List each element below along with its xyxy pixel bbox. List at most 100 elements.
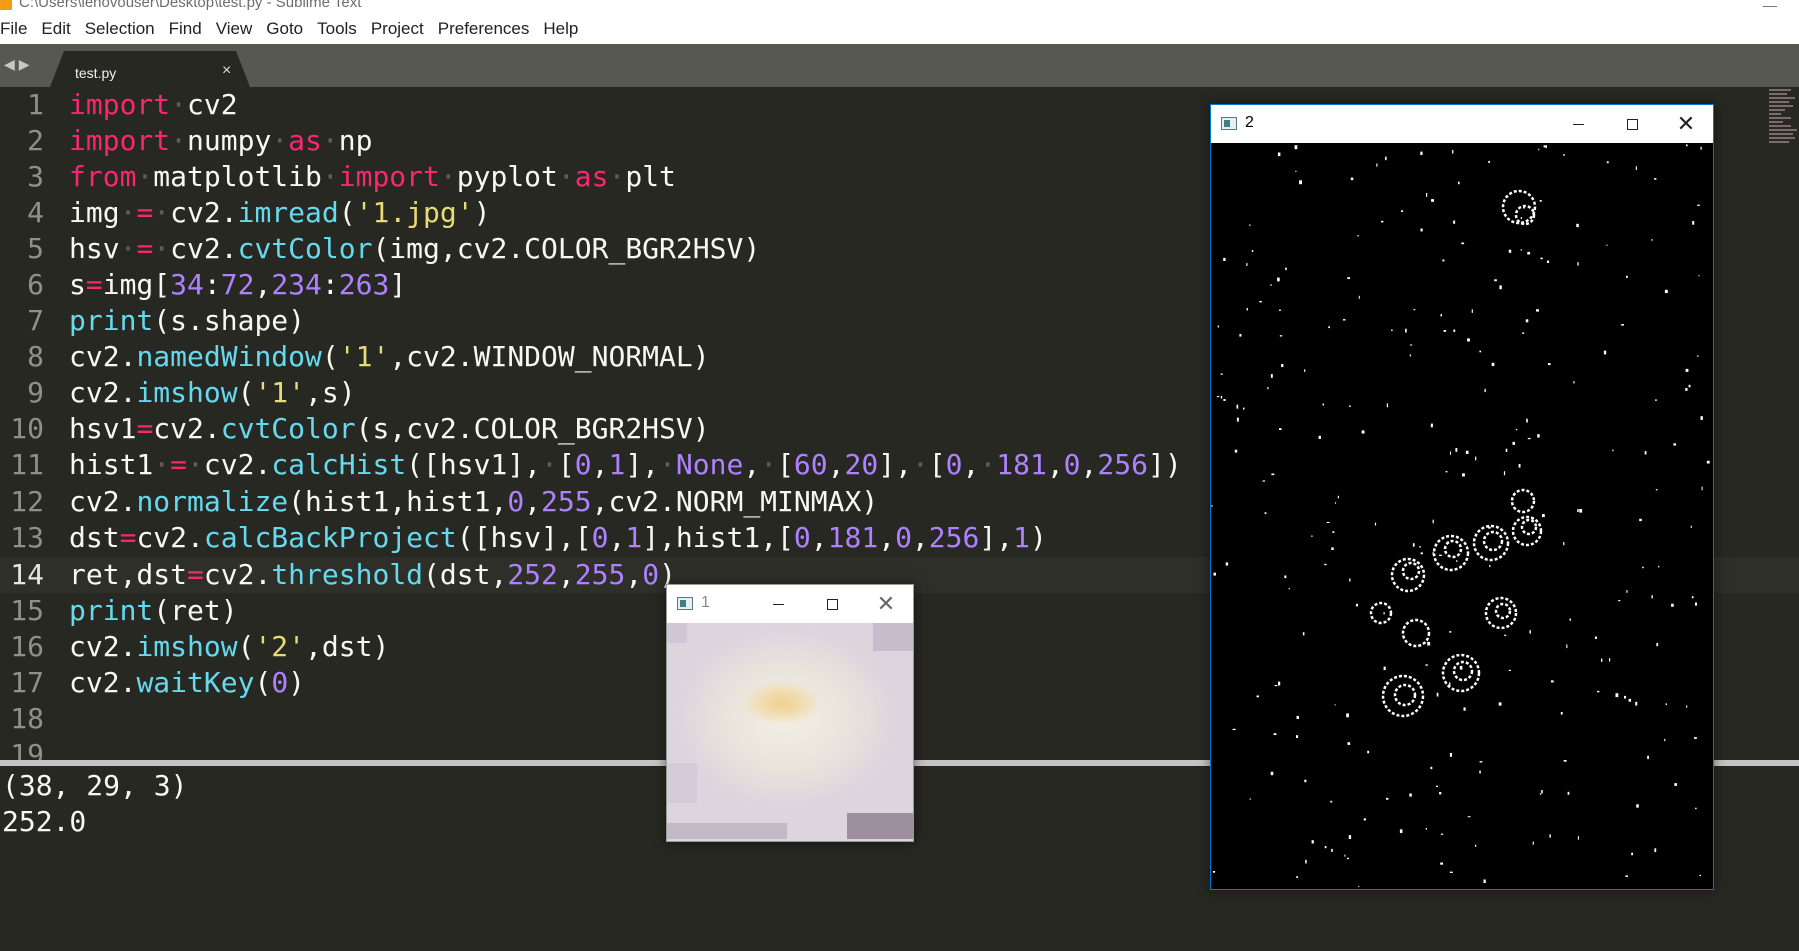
threshold-speck (1701, 486, 1703, 491)
line-number: 16 (10, 630, 44, 663)
threshold-speck (1419, 546, 1421, 548)
window-titlebar[interactable]: 1 ✕ (667, 585, 913, 623)
code-line[interactable]: import·cv2 (69, 87, 238, 123)
menu-view[interactable]: View (209, 19, 260, 39)
window-titlebar[interactable]: 2 ✕ (1211, 105, 1713, 143)
threshold-speck (1541, 790, 1543, 794)
tab-test-py[interactable]: test.py × (50, 51, 250, 87)
threshold-speck (1262, 480, 1266, 482)
code-line[interactable]: print(ret) (69, 593, 238, 629)
threshold-speck (1420, 151, 1423, 155)
menu-file[interactable]: File (0, 19, 34, 39)
code-line[interactable]: img·=·cv2.imread('1.jpg') (69, 195, 490, 231)
threshold-speck (1427, 641, 1431, 646)
code-line[interactable]: hist1·=·cv2.calcHist([hsv1],·[0,1],·None… (69, 447, 1182, 483)
threshold-speck (1383, 666, 1386, 670)
close-icon[interactable]: ✕ (1663, 108, 1709, 140)
tab-bar: ◀▶ test.py × (0, 44, 1799, 87)
minimize-icon[interactable] (1555, 108, 1601, 140)
threshold-speck (1664, 289, 1668, 294)
threshold-speck (1296, 876, 1299, 878)
line-number: 13 (10, 521, 44, 554)
threshold-speck (1305, 859, 1307, 864)
menu-edit[interactable]: Edit (34, 19, 77, 39)
threshold-speck (1246, 263, 1248, 266)
code-line[interactable]: cv2.imshow('2',dst) (69, 629, 389, 665)
threshold-speck (1440, 833, 1444, 835)
code-line[interactable]: from·matplotlib·import·pyplot·as·plt (69, 159, 676, 195)
menu-preferences[interactable]: Preferences (431, 19, 537, 39)
minimap[interactable] (1769, 87, 1799, 177)
threshold-speck (1700, 146, 1702, 150)
threshold-speck (1690, 525, 1692, 528)
code-line[interactable]: import·numpy·as·np (69, 123, 372, 159)
threshold-speck (1449, 631, 1452, 633)
image-window-2[interactable]: 2 ✕ (1210, 104, 1714, 890)
forward-arrow-icon[interactable]: ▶ (19, 56, 34, 72)
maximize-icon[interactable] (809, 588, 855, 620)
threshold-speck (1453, 329, 1456, 332)
menu-project[interactable]: Project (364, 19, 431, 39)
threshold-speck (1573, 381, 1575, 384)
code-line[interactable]: cv2.normalize(hist1,hist1,0,255,cv2.NORM… (69, 484, 878, 520)
threshold-speck (1442, 259, 1445, 262)
threshold-speck (1239, 334, 1242, 337)
threshold-speck (1453, 220, 1456, 224)
tab-close-icon[interactable]: × (222, 62, 231, 80)
menu-tools[interactable]: Tools (310, 19, 364, 39)
window-title: C:\Users\lenovouser\Desktop\test.py - Su… (19, 0, 362, 11)
threshold-speck (1279, 309, 1281, 311)
code-line[interactable]: cv2.namedWindow('1',cv2.WINDOW_NORMAL) (69, 339, 710, 375)
threshold-speck (1539, 793, 1542, 795)
threshold-speck (1439, 554, 1442, 556)
close-icon[interactable]: ✕ (863, 588, 909, 620)
threshold-speck (1344, 854, 1346, 857)
threshold-speck (1625, 875, 1628, 877)
image-window-1[interactable]: 1 ✕ (666, 584, 914, 842)
menu-find[interactable]: Find (162, 19, 209, 39)
threshold-speck (1249, 224, 1251, 226)
code-line[interactable]: dst=cv2.calcBackProject([hsv],[0,1],hist… (69, 520, 1047, 556)
threshold-speck (1331, 547, 1334, 550)
threshold-speck (1334, 704, 1336, 706)
threshold-speck (1223, 257, 1226, 261)
threshold-speck (1697, 204, 1700, 206)
threshold-speck (1550, 680, 1554, 683)
threshold-speck (1376, 163, 1378, 167)
code-line[interactable]: s=img[34:72,234:263] (69, 267, 406, 303)
threshold-speck (1405, 328, 1407, 333)
threshold-speck (1271, 473, 1275, 476)
threshold-speck (1346, 713, 1349, 718)
menu-selection[interactable]: Selection (78, 19, 162, 39)
code-line-current[interactable]: ret,dst=cv2.threshold(dst,252,255,0) (69, 557, 676, 593)
threshold-speck (1294, 145, 1298, 150)
line-number-gutter: 1 2 3 4 5 6 7 8 9 10 11 12 13 14 15 16 1… (0, 87, 62, 760)
threshold-speck (1656, 643, 1659, 647)
threshold-speck (1410, 344, 1413, 346)
code-line[interactable]: hsv1=cv2.cvtColor(s,cv2.COLOR_BGR2HSV) (69, 411, 710, 447)
threshold-speck (1465, 450, 1469, 454)
code-line[interactable]: hsv·=·cv2.cvtColor(img,cv2.COLOR_BGR2HSV… (69, 231, 760, 267)
threshold-speck (1655, 399, 1657, 401)
threshold-speck (1642, 566, 1644, 569)
threshold-speck (1594, 636, 1597, 639)
minimize-icon[interactable] (1763, 6, 1777, 7)
maximize-icon[interactable] (1609, 108, 1655, 140)
threshold-speck (1626, 590, 1628, 593)
threshold-speck (1401, 210, 1404, 212)
threshold-speck (1479, 350, 1482, 353)
code-line[interactable]: print(s.shape) (69, 303, 305, 339)
threshold-speck (1385, 156, 1387, 161)
code-line[interactable]: cv2.waitKey(0) (69, 665, 305, 701)
menu-goto[interactable]: Goto (259, 19, 310, 39)
back-arrow-icon[interactable]: ◀ (4, 56, 19, 72)
threshold-speck (1612, 449, 1614, 452)
threshold-speck (1430, 423, 1433, 428)
minimize-icon[interactable] (755, 588, 801, 620)
threshold-speck (1545, 145, 1547, 149)
threshold-speck (1279, 335, 1283, 337)
code-line[interactable]: cv2.imshow('1',s) (69, 375, 356, 411)
menu-help[interactable]: Help (536, 19, 585, 39)
line-number: 9 (27, 376, 44, 409)
threshold-speck (1621, 324, 1624, 326)
